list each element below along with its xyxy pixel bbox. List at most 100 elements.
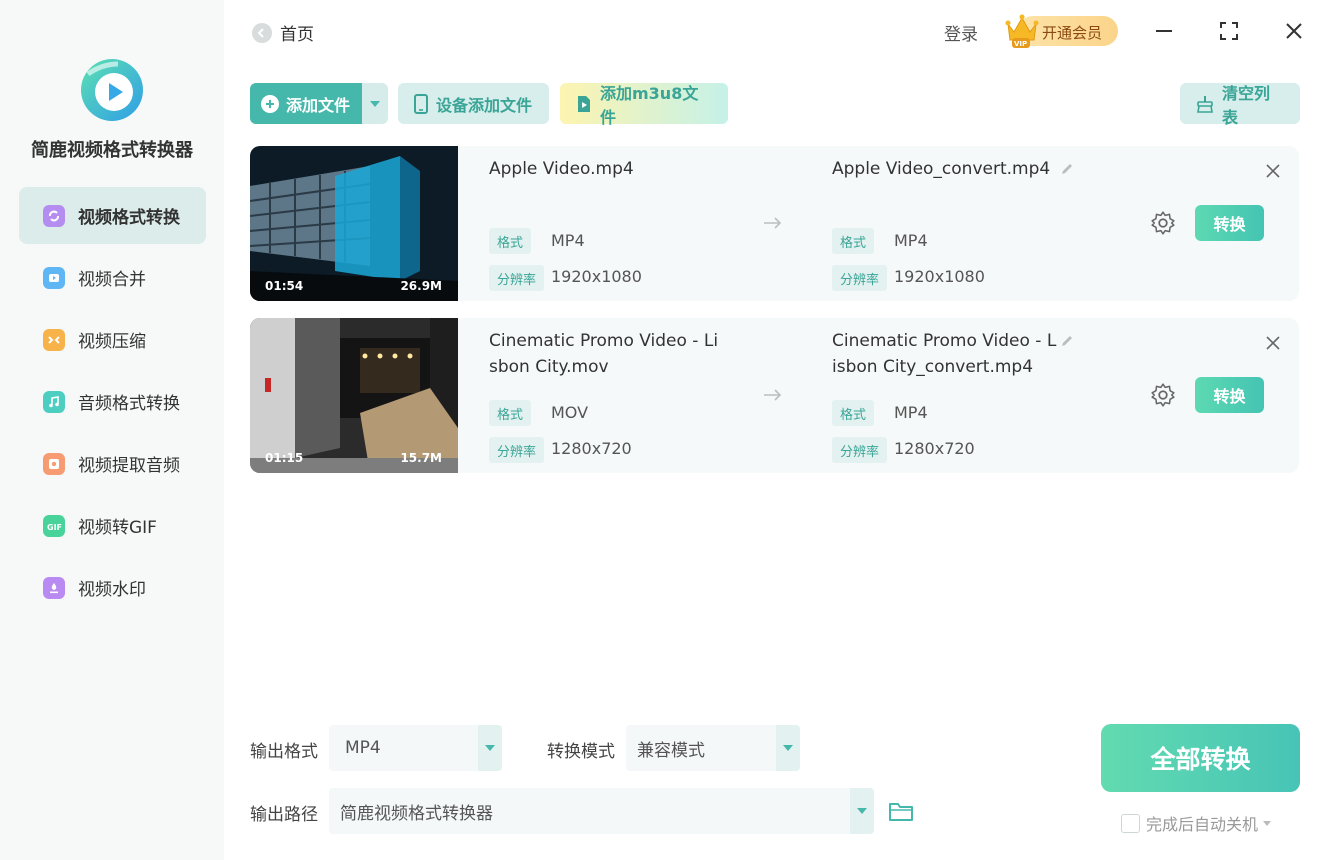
settings-gear-icon[interactable] [1150, 382, 1176, 408]
sidebar-item-extract-audio[interactable]: 视频提取音频 [19, 435, 206, 492]
arrow-right-icon [764, 217, 782, 229]
video-size: 26.9M [400, 279, 442, 293]
close-icon [1286, 23, 1302, 39]
output-path-label: 输出路径 [250, 805, 318, 825]
back-arrow-icon [252, 22, 272, 43]
vip-badge-text: VIP [1014, 40, 1027, 48]
vip-button[interactable]: VIP 开通会员 [1004, 10, 1118, 50]
source-format: MP4 [551, 231, 585, 250]
minimize-button[interactable] [1151, 18, 1177, 44]
add-m3u8-button[interactable]: 添加m3u8文件 [560, 83, 728, 127]
app-name: 简鹿视频格式转换器 [31, 140, 193, 161]
remove-file-icon[interactable] [1264, 162, 1282, 180]
output-format: MP4 [894, 403, 928, 422]
source-file-name: Apple Video.mp4 [489, 159, 634, 179]
output-path-select[interactable]: 简鹿视频格式转换器 [329, 788, 874, 834]
gif-icon: GIF [43, 514, 65, 537]
close-window-button[interactable] [1281, 18, 1307, 44]
caret-down-icon [850, 788, 874, 834]
settings-gear-icon[interactable] [1150, 210, 1176, 236]
sidebar-item-label: 音频格式转换 [78, 394, 180, 414]
sidebar-item-label: 视频压缩 [78, 332, 146, 352]
video-size: 15.7M [400, 451, 442, 465]
output-file-name-row[interactable]: Apple Video_convert.mp4 [832, 156, 1074, 182]
auto-shutdown-checkbox[interactable] [1121, 813, 1140, 833]
video-compress-icon [43, 328, 65, 351]
file-card: 01:54 26.9M Apple Video.mp4 格式 MP4 分辨率 1… [250, 146, 1299, 301]
output-format-select[interactable]: MP4 [329, 725, 502, 771]
extract-audio-icon [43, 452, 65, 475]
output-format: MP4 [894, 231, 928, 250]
m3u8-file-icon [578, 95, 590, 112]
add-file-main[interactable]: 添加文件 [250, 83, 362, 124]
source-file-name: Cinematic Promo Video - Li sbon City.mov [489, 328, 718, 380]
minimize-icon [1156, 30, 1172, 32]
back-home-button[interactable]: 首页 [252, 20, 314, 45]
source-resolution: 1920x1080 [551, 267, 642, 286]
sidebar-item-video-gif[interactable]: GIF 视频转GIF [19, 497, 206, 554]
video-duration: 01:54 [265, 279, 304, 293]
format-tag: 格式 [489, 228, 532, 254]
caret-down-icon[interactable] [1263, 820, 1272, 826]
format-tag: 格式 [489, 400, 532, 426]
sidebar-item-watermark[interactable]: 视频水印 [19, 559, 206, 616]
clear-list-label: 清空列表 [1222, 83, 1271, 127]
thumbnail-image [250, 318, 458, 473]
audio-convert-icon [43, 390, 65, 413]
broom-icon [1197, 95, 1213, 113]
video-convert-icon [43, 204, 65, 227]
add-file-button[interactable]: 添加文件 [250, 83, 388, 124]
edit-icon [1061, 164, 1072, 174]
video-duration: 01:15 [265, 451, 304, 465]
watermark-icon [43, 576, 65, 599]
convert-mode-select[interactable]: 兼容模式 [626, 725, 800, 771]
convert-mode-label: 转换模式 [547, 742, 615, 762]
convert-all-button[interactable]: 全部转换 [1101, 724, 1300, 792]
convert-button[interactable]: 转换 [1195, 205, 1264, 241]
sidebar-item-video-compress[interactable]: 视频压缩 [19, 311, 206, 368]
output-file-name-line: Cinematic Promo Video - L [832, 331, 1057, 351]
arrow-right-icon [764, 389, 782, 401]
thumbnail-image [250, 146, 458, 301]
output-file-name-row[interactable]: Cinematic Promo Video - L isbon City_con… [832, 328, 1074, 380]
sidebar: 简鹿视频格式转换器 视频格式转换 视频合并 视频压缩 音频格式转换 视频提取音频… [0, 0, 224, 860]
add-file-dropdown[interactable] [362, 83, 388, 124]
convert-button[interactable]: 转换 [1195, 377, 1264, 413]
output-file-name: Apple Video_convert.mp4 [832, 159, 1051, 179]
file-card: 01:15 15.7M Cinematic Promo Video - Li s… [250, 318, 1299, 473]
device-add-file-button[interactable]: 设备添加文件 [398, 83, 549, 124]
source-format: MOV [551, 403, 589, 422]
vip-label: 开通会员 [1042, 24, 1103, 42]
maximize-icon [1220, 22, 1238, 40]
output-path-value: 简鹿视频格式转换器 [340, 803, 493, 824]
video-merge-icon [43, 266, 65, 289]
svg-text:GIF: GIF [47, 523, 62, 532]
clear-list-button[interactable]: 清空列表 [1180, 83, 1300, 127]
sidebar-item-label: 视频格式转换 [78, 208, 180, 228]
sidebar-item-label: 视频提取音频 [78, 456, 180, 476]
auto-shutdown-toggle[interactable]: 完成后自动关机 [1121, 811, 1272, 835]
source-file-name-line: Cinematic Promo Video - Li [489, 331, 719, 351]
auto-shutdown-label: 完成后自动关机 [1146, 815, 1259, 834]
sidebar-item-audio-convert[interactable]: 音频格式转换 [19, 373, 206, 430]
sidebar-item-video-merge[interactable]: 视频合并 [19, 249, 206, 306]
add-file-label: 添加文件 [286, 95, 351, 115]
caret-down-icon [478, 725, 502, 771]
sidebar-item-label: 视频转GIF [78, 518, 157, 538]
app-logo-icon [81, 59, 143, 121]
resolution-tag: 分辨率 [489, 265, 545, 291]
video-thumbnail[interactable]: 01:54 26.9M [250, 146, 458, 301]
folder-icon[interactable] [888, 799, 914, 823]
device-add-label: 设备添加文件 [436, 95, 533, 115]
sidebar-item-video-convert[interactable]: 视频格式转换 [19, 187, 206, 244]
format-tag: 格式 [832, 400, 875, 426]
remove-file-icon[interactable] [1264, 334, 1282, 352]
format-tag: 格式 [832, 228, 875, 254]
output-file-name-line: isbon City_convert.mp4 [832, 357, 1034, 377]
maximize-button[interactable] [1216, 18, 1242, 44]
plus-circle-icon [261, 94, 279, 113]
output-resolution: 1920x1080 [894, 267, 985, 286]
crown-icon: VIP [1005, 14, 1039, 48]
video-thumbnail[interactable]: 01:15 15.7M [250, 318, 458, 473]
login-button[interactable]: 登录 [944, 20, 978, 45]
